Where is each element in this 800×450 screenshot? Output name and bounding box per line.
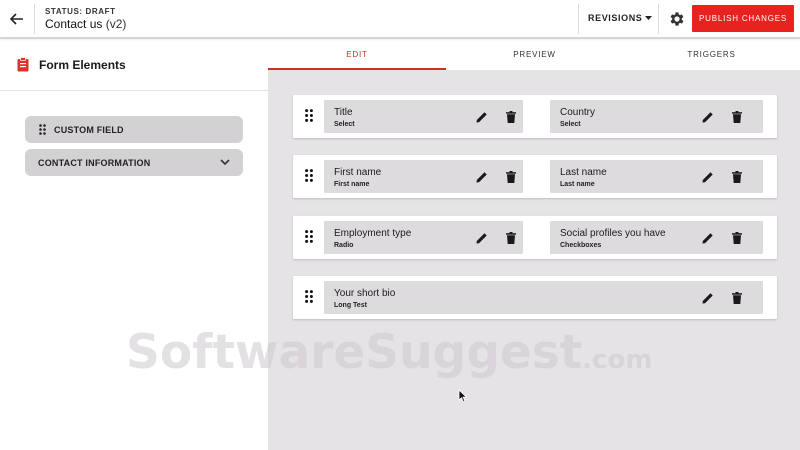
- field-name: Your short bio: [334, 288, 396, 299]
- form-row: First name First name Last name Last nam…: [293, 155, 777, 198]
- revisions-dropdown[interactable]: REVISIONS: [588, 13, 653, 23]
- field-type: Long Test: [334, 302, 367, 309]
- form-title: Contact us: [45, 17, 103, 31]
- field-type: First name: [334, 181, 370, 188]
- trash-icon[interactable]: [729, 109, 745, 125]
- trash-icon[interactable]: [503, 109, 519, 125]
- header-divider: [658, 4, 659, 34]
- form-version: (v2): [105, 17, 127, 31]
- field-name: Social profiles you have: [560, 228, 666, 239]
- field-name: First name: [334, 167, 382, 178]
- drag-handle-icon[interactable]: [305, 109, 313, 122]
- revisions-label: REVISIONS: [588, 13, 643, 23]
- sidebar: Form Elements CUSTOM FIELD CONTACT INFOR…: [0, 39, 268, 450]
- trash-icon[interactable]: [729, 230, 745, 246]
- field-name: Title: [334, 107, 353, 118]
- drag-handle-icon[interactable]: [305, 230, 313, 243]
- main-area: EDIT PREVIEW TRIGGERS Title Select Count…: [268, 39, 800, 450]
- status-label: STATUS: DRAFT: [45, 7, 116, 16]
- sidebar-item-label: CONTACT INFORMATION: [38, 157, 151, 168]
- clipboard-icon: [17, 57, 29, 72]
- form-row: Your short bio Long Test: [293, 276, 777, 319]
- sidebar-item-contact-information[interactable]: CONTACT INFORMATION: [25, 149, 243, 176]
- header-divider: [578, 4, 579, 34]
- form-field[interactable]: First name First name: [324, 160, 523, 193]
- header-divider: [34, 4, 35, 34]
- tab-triggers[interactable]: TRIGGERS: [623, 39, 800, 70]
- drag-handle-icon[interactable]: [305, 290, 313, 303]
- pencil-icon[interactable]: [474, 109, 490, 125]
- sidebar-title: Form Elements: [39, 57, 126, 72]
- field-type: Last name: [560, 181, 595, 188]
- mouse-cursor-icon: [458, 389, 468, 403]
- field-name: Employment type: [334, 228, 412, 239]
- pencil-icon[interactable]: [700, 230, 716, 246]
- field-type: Select: [334, 121, 355, 128]
- tab-preview[interactable]: PREVIEW: [446, 39, 623, 70]
- field-name: Last name: [560, 167, 607, 178]
- form-field[interactable]: Last name Last name: [550, 160, 763, 193]
- sidebar-item-custom-field[interactable]: CUSTOM FIELD: [25, 116, 243, 143]
- field-name: Country: [560, 107, 596, 118]
- chevron-down-icon: [220, 159, 230, 166]
- field-type: Radio: [334, 242, 354, 249]
- caret-down-icon: [645, 15, 653, 20]
- gear-icon[interactable]: [668, 10, 686, 28]
- trash-icon[interactable]: [503, 230, 519, 246]
- pencil-icon[interactable]: [700, 169, 716, 185]
- publish-changes-button[interactable]: PUBLISH CHANGES: [692, 5, 794, 32]
- top-bar: STATUS: DRAFT Contact us (v2) REVISIONS …: [0, 0, 800, 38]
- trash-icon[interactable]: [503, 169, 519, 185]
- trash-icon[interactable]: [729, 169, 745, 185]
- pencil-icon[interactable]: [474, 230, 490, 246]
- form-row: Employment type Radio Social profiles yo…: [293, 216, 777, 259]
- pencil-icon[interactable]: [700, 109, 716, 125]
- field-type: Select: [560, 121, 581, 128]
- field-type: Checkboxes: [560, 242, 602, 249]
- form-field[interactable]: Title Select: [324, 100, 523, 133]
- sidebar-item-label: CUSTOM FIELD: [54, 124, 124, 135]
- form-field[interactable]: Employment type Radio: [324, 221, 523, 254]
- tab-bar: EDIT PREVIEW TRIGGERS: [268, 39, 800, 70]
- form-field[interactable]: Social profiles you have Checkboxes: [550, 221, 763, 254]
- sidebar-header: Form Elements: [0, 39, 268, 91]
- tab-edit[interactable]: EDIT: [268, 39, 446, 70]
- drag-handle-icon[interactable]: [305, 169, 313, 182]
- drag-handle-icon: [39, 124, 46, 135]
- form-field[interactable]: Your short bio Long Test: [324, 281, 763, 314]
- pencil-icon[interactable]: [700, 290, 716, 306]
- form-row: Title Select Country Select: [293, 95, 777, 138]
- page-title: Contact us (v2): [45, 17, 126, 31]
- form-field[interactable]: Country Select: [550, 100, 763, 133]
- trash-icon[interactable]: [729, 290, 745, 306]
- back-arrow-icon[interactable]: [6, 8, 28, 30]
- pencil-icon[interactable]: [474, 169, 490, 185]
